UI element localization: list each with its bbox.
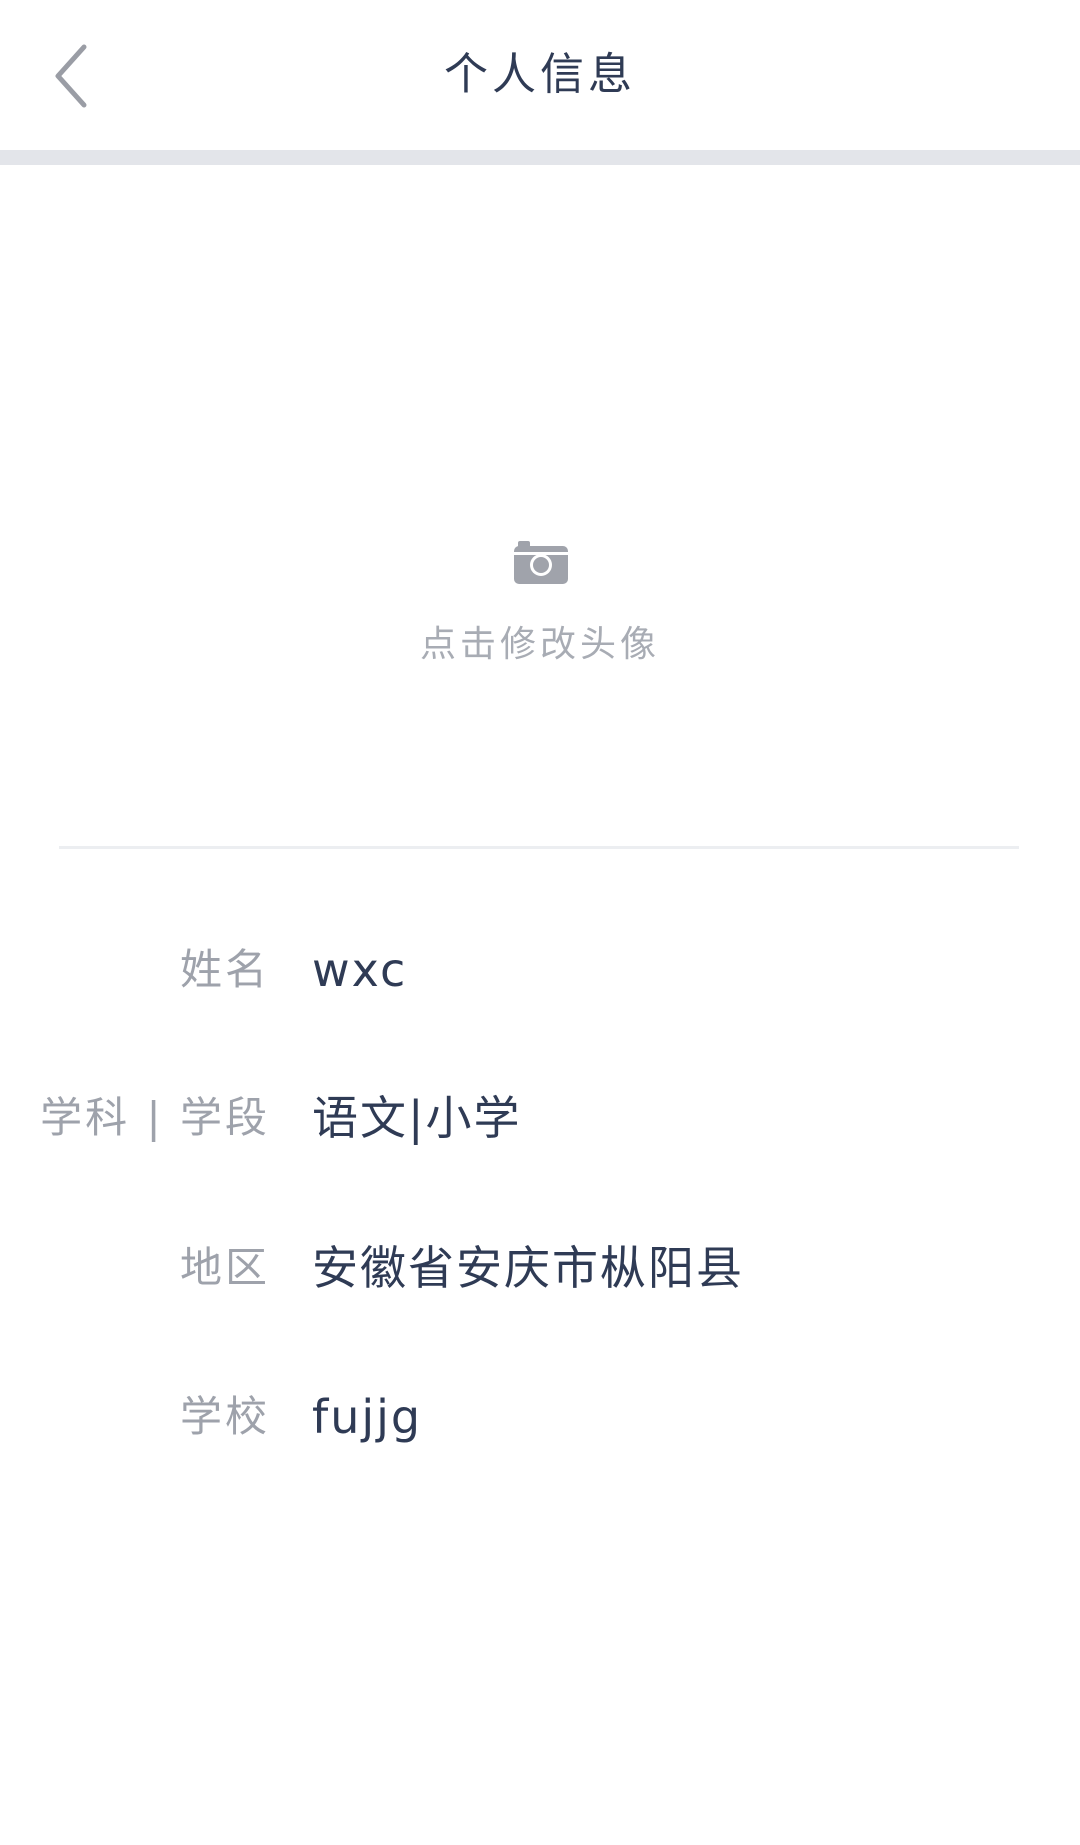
school-value: fujjg bbox=[312, 1390, 423, 1444]
name-value: wxc bbox=[312, 943, 408, 997]
info-row-subject-grade: 学科 | 学段 语文|小学 bbox=[0, 1073, 1080, 1163]
subject-grade-label: 学科 | 学段 bbox=[40, 1093, 270, 1142]
change-avatar-hint: 点击修改头像 bbox=[419, 624, 660, 665]
navigation-bar: 个人信息 bbox=[0, 0, 1080, 150]
section-divider bbox=[59, 846, 1019, 849]
school-label: 学校 bbox=[179, 1392, 270, 1441]
page-title: 个人信息 bbox=[444, 49, 636, 100]
subject-grade-value: 语文|小学 bbox=[312, 1091, 522, 1145]
info-row-region: 地区 安徽省安庆市枞阳县 bbox=[0, 1223, 1080, 1313]
name-label: 姓名 bbox=[179, 945, 270, 994]
region-value: 安徽省安庆市枞阳县 bbox=[312, 1241, 744, 1295]
change-avatar-button[interactable]: 点击修改头像 bbox=[0, 165, 1080, 848]
info-row-school: 学校 fujjg bbox=[0, 1372, 1080, 1462]
camera-icon bbox=[514, 541, 568, 584]
info-row-name: 姓名 wxc bbox=[0, 925, 1080, 1015]
region-label: 地区 bbox=[179, 1243, 270, 1292]
header-divider bbox=[0, 150, 1080, 165]
